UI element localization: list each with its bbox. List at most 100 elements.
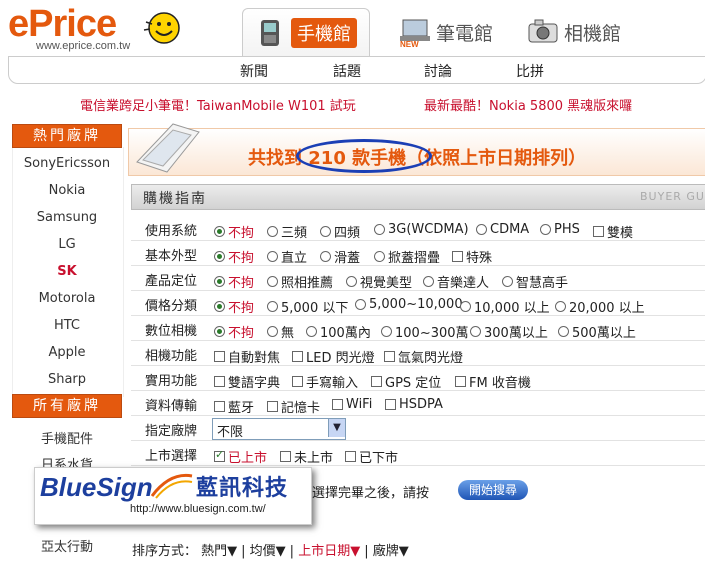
utility-check-handwriting[interactable]: 手寫輸入	[292, 372, 358, 391]
label-utility: 實用功能	[145, 374, 198, 389]
phone-icon	[261, 20, 279, 46]
camfeat-check-xenon[interactable]: 氙氣閃光燈	[384, 347, 463, 366]
form-check-special[interactable]: 特殊	[452, 247, 492, 266]
notebook-icon: NEW	[400, 19, 430, 48]
transfer-check-wifi[interactable]: WiFi	[332, 397, 372, 412]
transfer-check-hsdpa[interactable]: HSDPA	[385, 397, 443, 412]
label-system: 使用系統	[145, 224, 198, 239]
chevron-down-icon: ▼	[328, 419, 345, 437]
label-form: 基本外型	[145, 249, 198, 264]
tab-phone[interactable]: 手機館	[242, 8, 370, 57]
hot-brands-header: 熱門廠牌	[12, 124, 122, 148]
form-radio-any[interactable]: 不拘	[214, 247, 254, 266]
tab-notebook[interactable]: NEW 筆電館	[398, 8, 493, 56]
brand-select-value: 不限	[217, 425, 244, 440]
transfer-check-memcard[interactable]: 記憶卡	[267, 397, 320, 416]
price-radio-over20k[interactable]: 20,000 以上	[555, 297, 645, 316]
form-radio-flip[interactable]: 掀蓋摺疊	[374, 247, 440, 266]
positioning-radio-any[interactable]: 不拘	[214, 272, 254, 291]
sidebar-brand-sharp[interactable]: Sharp	[12, 372, 122, 387]
bluesign-logo: BlueSign	[40, 472, 153, 502]
search-hint: 選擇完畢之後，請按	[312, 486, 430, 501]
label-price: 價格分類	[145, 299, 198, 314]
eprice-logo[interactable]: ePrice	[8, 4, 117, 44]
system-radio-cdma[interactable]: CDMA	[476, 222, 529, 237]
transfer-check-bluetooth[interactable]: 藍牙	[214, 397, 254, 416]
price-radio-5k-10k[interactable]: 5,000~10,000	[355, 297, 463, 312]
sort-avg-price[interactable]: 均價▼	[250, 544, 286, 559]
sidebar-brand-sonyericsson[interactable]: SonyEricsson	[12, 156, 122, 171]
camfeat-check-led[interactable]: LED 閃光燈	[292, 347, 375, 366]
sort-label: 排序方式：	[132, 544, 198, 559]
buyer-guide-header	[131, 184, 705, 210]
release-check-upcoming[interactable]: 未上市	[280, 447, 333, 466]
highlight-ellipse	[296, 139, 432, 173]
sidebar-brand-apple[interactable]: Apple	[12, 345, 122, 360]
flip-phone-icon	[136, 123, 200, 173]
price-radio-any[interactable]: 不拘	[214, 297, 254, 316]
camera-radio-over5m[interactable]: 500萬以上	[558, 322, 636, 341]
sidebar-brand-lg[interactable]: LG	[12, 237, 122, 252]
camera-radio-over3m[interactable]: 300萬以上	[470, 322, 548, 341]
camera-radio-none[interactable]: 無	[267, 322, 294, 341]
tab-notebook-label: 筆電館	[436, 22, 494, 45]
sort-brand[interactable]: 廠牌▼	[373, 544, 409, 559]
utility-check-gps[interactable]: GPS 定位	[371, 372, 441, 391]
label-release: 上市選擇	[145, 449, 198, 464]
label-brand: 指定廠牌	[145, 424, 198, 439]
positioning-radio-camera[interactable]: 照相推薦	[267, 272, 333, 291]
all-brands-header: 所有廠牌	[12, 394, 122, 418]
utility-check-dictionary[interactable]: 雙語字典	[214, 372, 280, 391]
system-radio-phs[interactable]: PHS	[540, 222, 580, 237]
smiley-mascot-icon	[143, 12, 180, 44]
price-radio-under5k[interactable]: 5,000 以下	[267, 297, 348, 316]
nav-discussion[interactable]: 討論	[424, 61, 452, 81]
sidebar-brand-htc[interactable]: HTC	[12, 318, 122, 333]
tab-camera[interactable]: 相機館	[526, 8, 621, 56]
system-radio-tri[interactable]: 三頻	[267, 222, 307, 241]
positioning-radio-design[interactable]: 視覺美型	[346, 272, 412, 291]
positioning-radio-music[interactable]: 音樂達人	[423, 272, 489, 291]
sort-bar: 排序方式： 熱門▼ | 均價▼ | 上市日期▼ | 廠牌▼	[132, 544, 409, 559]
nav-topics[interactable]: 話題	[333, 61, 361, 81]
svg-text:NEW: NEW	[400, 40, 419, 48]
camera-icon	[528, 19, 558, 43]
camera-radio-1m-3m[interactable]: 100~300萬	[381, 322, 469, 341]
nav-news[interactable]: 新聞	[240, 61, 268, 81]
system-radio-any[interactable]: 不拘	[214, 222, 254, 241]
sidebar-brand-nokia[interactable]: Nokia	[12, 183, 122, 198]
sidebar-brand-sk[interactable]: SK	[12, 264, 122, 279]
sidebar-brand-motorola[interactable]: Motorola	[12, 291, 122, 306]
release-check-released[interactable]: 已上市	[214, 447, 267, 466]
sidebar-item-apbw[interactable]: 亞太行動	[12, 536, 122, 555]
tab-phone-label: 手機館	[291, 18, 357, 48]
sidebar-item-accessories[interactable]: 手機配件	[12, 428, 122, 447]
system-radio-quad[interactable]: 四頻	[320, 222, 360, 241]
system-radio-3g[interactable]: 3G(WCDMA)	[374, 222, 469, 237]
price-radio-over10k[interactable]: 10,000 以上	[460, 297, 550, 316]
utility-check-fm[interactable]: FM 收音機	[455, 372, 531, 391]
tab-camera-label: 相機館	[564, 22, 622, 45]
positioning-radio-smart[interactable]: 智慧高手	[502, 272, 568, 291]
start-search-button[interactable]: 開始搜尋	[458, 480, 528, 500]
form-radio-slide[interactable]: 滑蓋	[320, 247, 360, 266]
buyer-guide-watermark: BUYER GU	[640, 190, 705, 203]
camera-radio-any[interactable]: 不拘	[214, 322, 254, 341]
release-check-discontinued[interactable]: 已下市	[345, 447, 398, 466]
news-link-2[interactable]: 最新最酷！Nokia 5800 黑魂版來囉	[424, 95, 632, 114]
camfeat-check-af[interactable]: 自動對焦	[214, 347, 280, 366]
nav-compare[interactable]: 比拼	[516, 61, 544, 81]
system-check-dual[interactable]: 雙模	[593, 222, 633, 241]
bluesign-swoosh-icon	[150, 473, 193, 499]
sidebar-brand-samsung[interactable]: Samsung	[12, 210, 122, 225]
label-camera-features: 相機功能	[145, 349, 198, 364]
camera-radio-under1m[interactable]: 100萬內	[306, 322, 371, 341]
label-data-transfer: 資料傳輸	[145, 399, 198, 414]
news-link-1[interactable]: 電信業跨足小筆電！TaiwanMobile W101 試玩	[80, 95, 356, 114]
logo-url: www.eprice.com.tw	[36, 40, 131, 52]
sort-popular[interactable]: 熱門▼	[201, 544, 237, 559]
brand-select[interactable]: 不限 ▼	[212, 418, 346, 440]
bluesign-url: http://www.bluesign.com.tw/	[130, 503, 266, 515]
form-radio-bar[interactable]: 直立	[267, 247, 307, 266]
sort-release-date[interactable]: 上市日期▼	[298, 544, 360, 559]
